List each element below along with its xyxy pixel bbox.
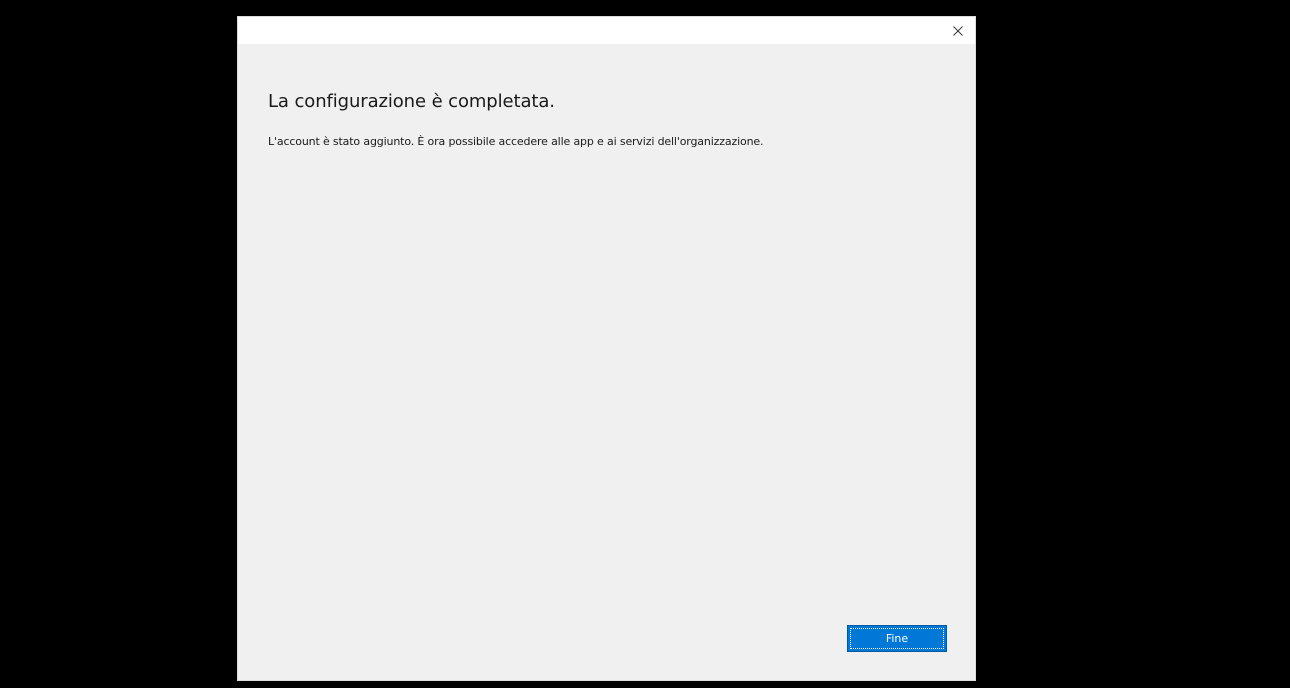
desktop-background: La configurazione è completata. L'accoun… [0,0,1290,688]
dialog-message: L'account è stato aggiunto. È ora possib… [268,135,764,148]
dialog-heading: La configurazione è completata. [268,91,555,112]
setup-dialog: La configurazione è completata. L'accoun… [237,16,976,681]
close-icon [953,26,963,36]
close-button[interactable] [947,20,969,42]
finish-button[interactable]: Fine [847,625,947,652]
title-bar [238,17,975,44]
